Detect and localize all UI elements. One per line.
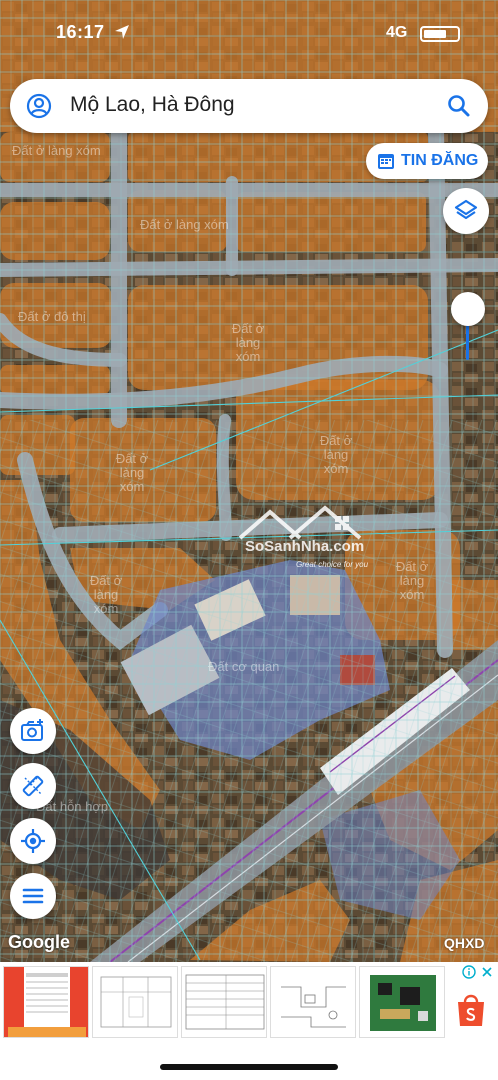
add-photo-button[interactable] <box>10 708 56 754</box>
ad-banner[interactable] <box>0 962 498 1042</box>
location-arrow-icon <box>115 25 129 39</box>
menu-icon <box>22 888 44 904</box>
slider-thumb[interactable] <box>451 292 485 326</box>
map-label-agency: Đất cơ quan <box>208 659 280 674</box>
ruler-icon <box>22 775 44 797</box>
home-indicator[interactable] <box>160 1064 338 1070</box>
ad-product-image-1[interactable] <box>3 966 89 1038</box>
watermark-slogan: Great choice for you <box>296 560 369 569</box>
map-label-residential-7: Đất ở làng xóm <box>140 217 229 232</box>
search-icon[interactable] <box>446 93 472 119</box>
house-roof-icon <box>238 505 362 540</box>
ad-product-image-3[interactable] <box>181 966 267 1038</box>
my-location-icon <box>21 829 45 853</box>
shopee-bag-icon[interactable] <box>454 990 488 1028</box>
menu-button[interactable] <box>10 873 56 919</box>
map-label-residential-2: Đất ở làng xóm <box>231 321 265 364</box>
ad-product-image-5[interactable] <box>359 966 445 1038</box>
battery-icon <box>420 26 460 42</box>
map-label-residential-1: Đất ở làng xóm <box>12 143 101 158</box>
ad-image-3 <box>182 967 266 1037</box>
map-label-urban: Đất ở đô thị <box>18 309 86 324</box>
home-indicator-area <box>0 1042 498 1080</box>
sosanhnha-watermark: SoSanhNha.com Great choice for you <box>230 500 390 580</box>
status-time: 16:17 <box>56 22 105 42</box>
map-label-residential-6: Đất ở làng xóm <box>395 559 429 602</box>
user-circle-icon[interactable] <box>26 93 52 119</box>
google-attribution: Google <box>8 932 70 952</box>
post-listing-label: TIN ĐĂNG <box>401 152 479 169</box>
measure-button[interactable] <box>10 763 56 809</box>
layers-button[interactable] <box>443 188 489 234</box>
layers-icon <box>454 199 478 220</box>
ad-product-image-4[interactable] <box>270 966 356 1038</box>
watermark-text: SoSanhNha.com <box>245 538 365 555</box>
my-location-button[interactable] <box>10 818 56 864</box>
search-location-text[interactable]: Mộ Lao, Hà Đông <box>70 93 235 117</box>
layer-name-label: QHXD <box>444 935 485 951</box>
ad-image-2 <box>93 967 177 1037</box>
search-bar[interactable]: Mộ Lao, Hà Đông <box>10 79 488 133</box>
status-bar: 16:17 4G <box>0 0 498 64</box>
ad-product-image-2[interactable] <box>92 966 178 1038</box>
ad-image-5 <box>360 967 444 1037</box>
map-label-residential-4: Đất ở làng xóm <box>115 451 149 494</box>
calendar-icon <box>378 154 394 169</box>
map-label-residential-3: Đất ở làng xóm <box>319 433 353 476</box>
network-indicator: 4G <box>386 24 408 41</box>
close-icon[interactable] <box>480 965 494 979</box>
map-label-residential-5: Đất ở làng xóm <box>89 573 123 616</box>
add-photo-icon <box>21 719 43 741</box>
ad-image-1 <box>4 967 88 1037</box>
app-screen: Đất ở làng xóm Đất ở đô thị Đất ở làng x… <box>0 0 498 1080</box>
post-listing-button[interactable]: TIN ĐĂNG <box>366 143 488 179</box>
layer-opacity-slider[interactable] <box>448 290 488 380</box>
ad-image-4 <box>271 967 355 1037</box>
info-icon[interactable] <box>462 965 476 979</box>
